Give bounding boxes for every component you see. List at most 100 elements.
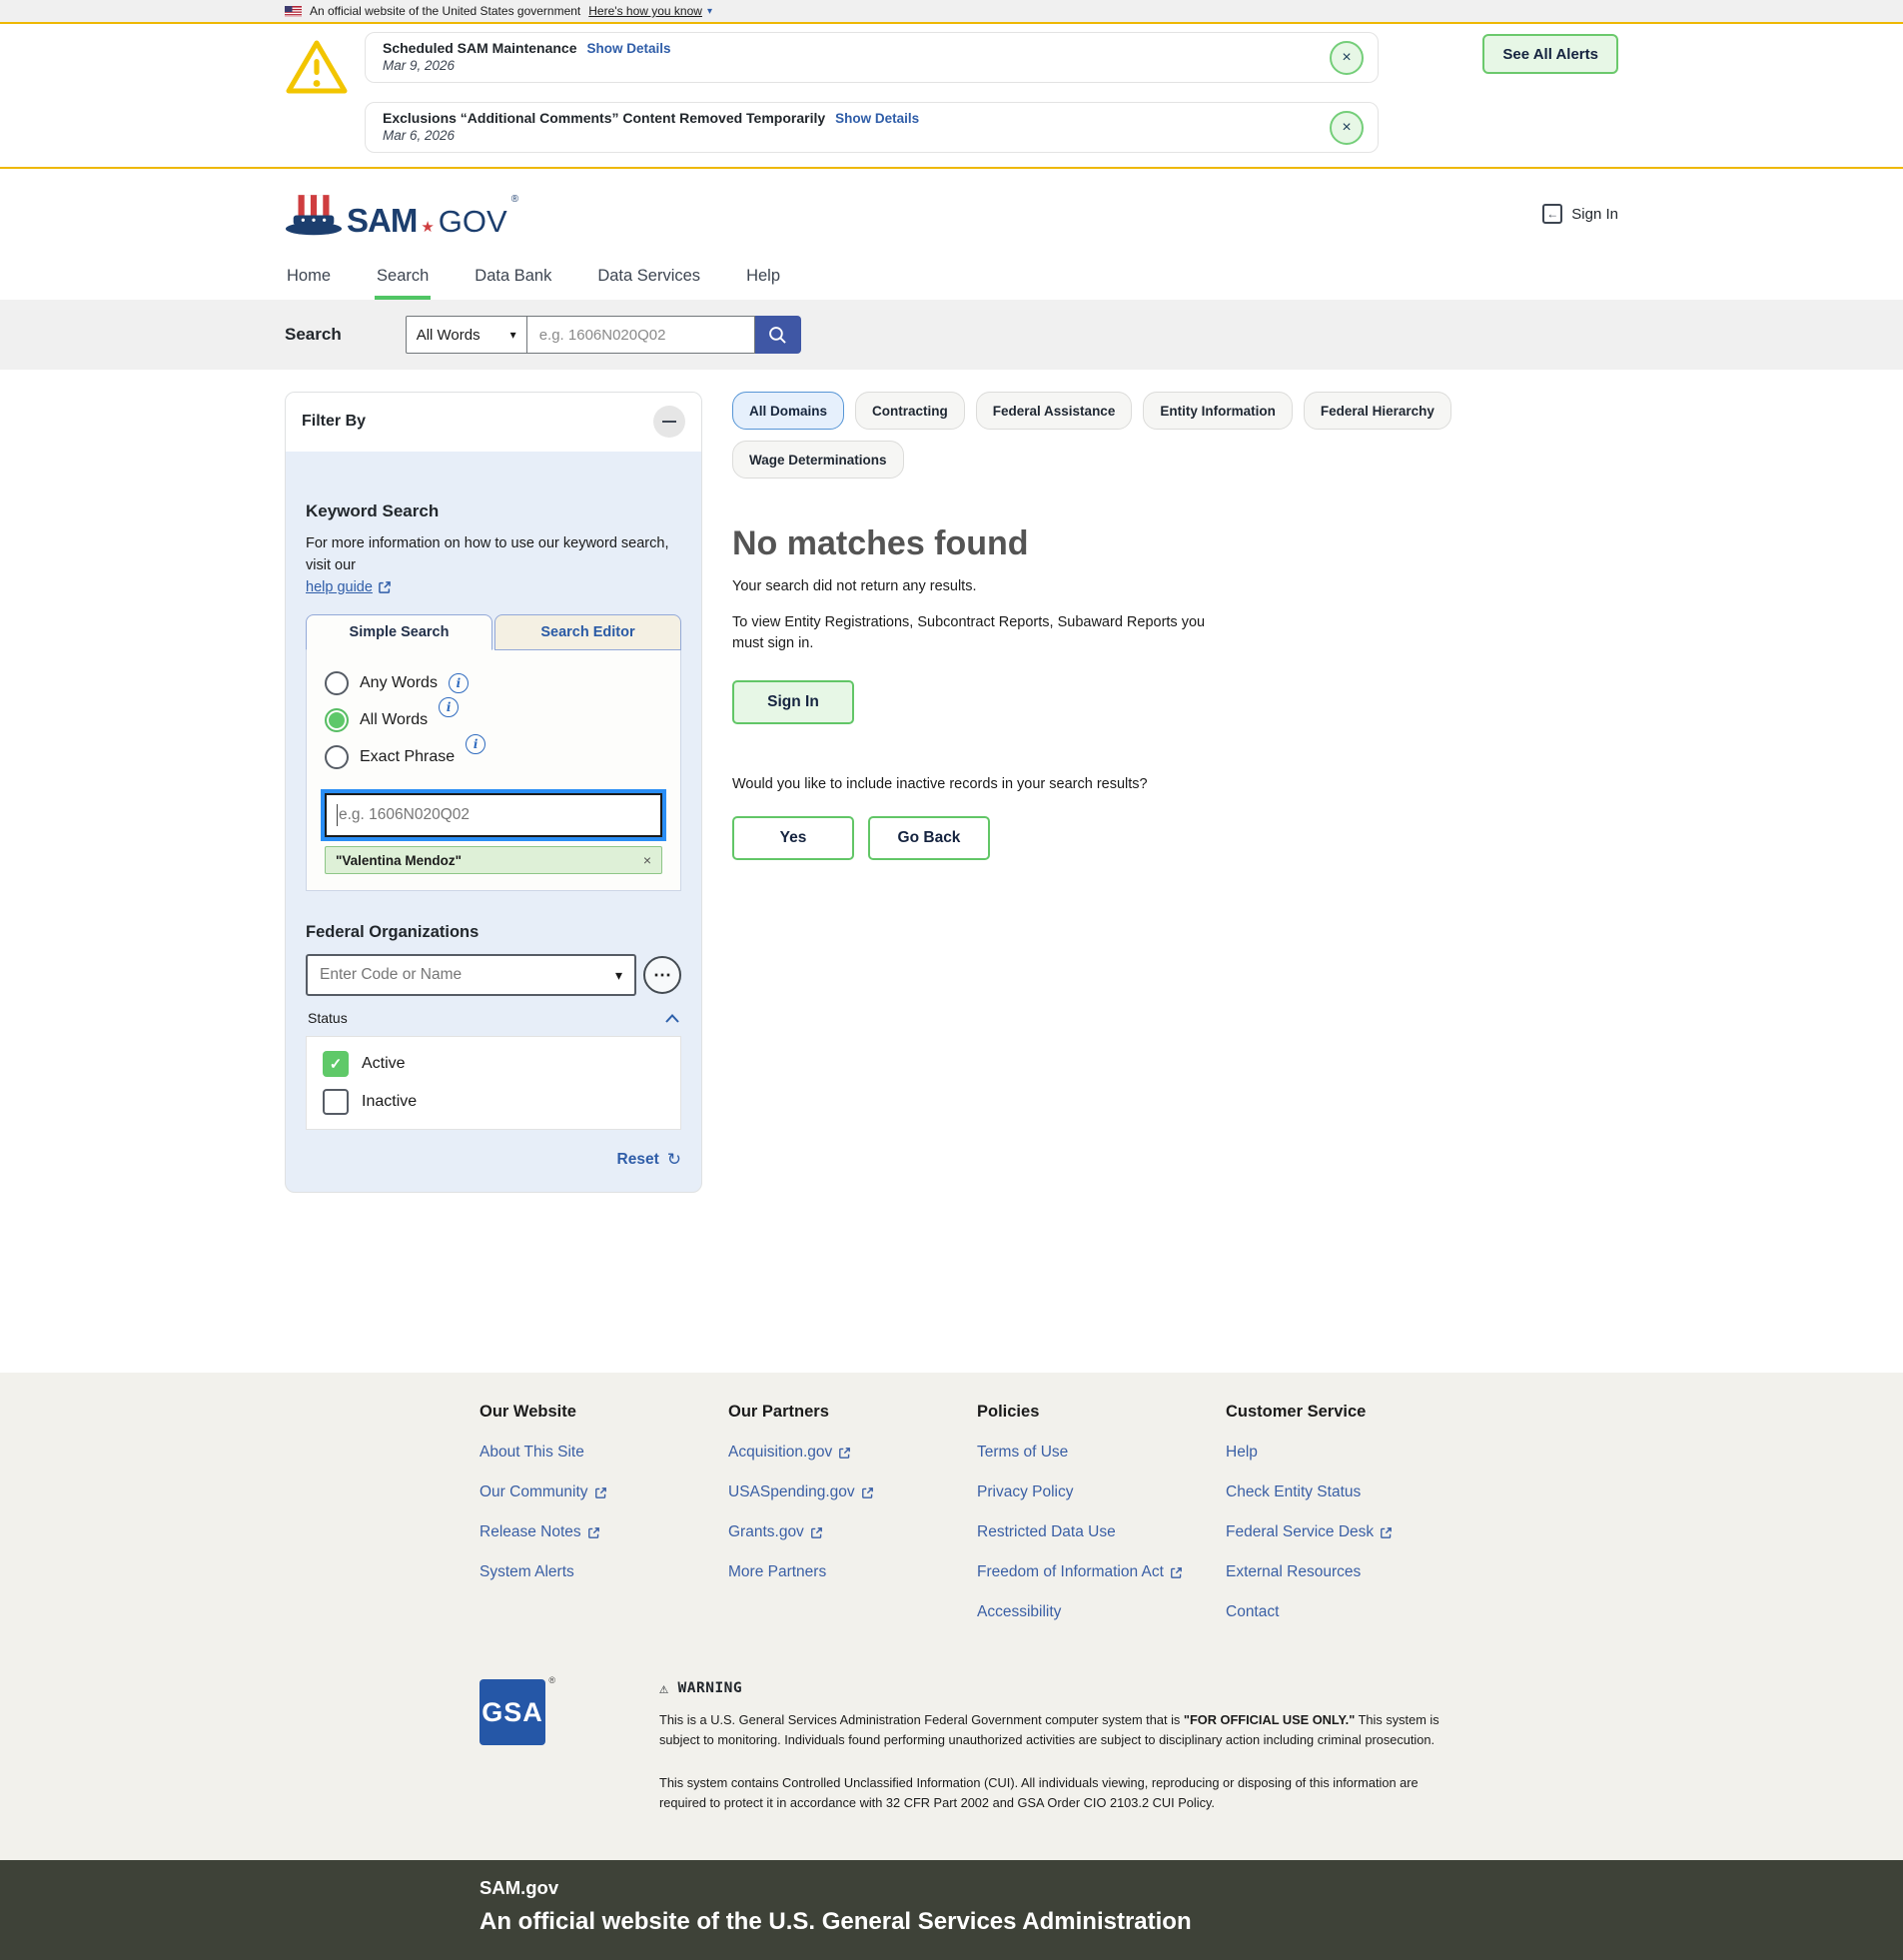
close-icon: × bbox=[1342, 119, 1351, 137]
footer-link-label: Grants.gov bbox=[728, 1523, 804, 1541]
header-sign-in-link[interactable]: ← Sign In bbox=[1542, 204, 1618, 224]
status-label: Status bbox=[308, 1010, 348, 1026]
close-icon: × bbox=[1342, 49, 1351, 67]
footer-link-usaspending-gov[interactable]: USASpending.gov bbox=[728, 1483, 874, 1501]
checkbox-active-label: Active bbox=[362, 1055, 406, 1073]
checkbox-inactive[interactable] bbox=[323, 1089, 349, 1115]
search-mode-value: All Words bbox=[417, 327, 480, 344]
footer-link-accessibility[interactable]: Accessibility bbox=[977, 1603, 1061, 1621]
chevron-down-icon[interactable]: ▾ bbox=[707, 6, 712, 17]
alert-close-button[interactable]: × bbox=[1330, 41, 1364, 75]
simple-search-card: Any Words i All Words i Exact Phrase i bbox=[306, 649, 681, 891]
footer-link-label: Contact bbox=[1226, 1603, 1279, 1621]
footer-link-help[interactable]: Help bbox=[1226, 1444, 1258, 1462]
footer-link-our-community[interactable]: Our Community bbox=[479, 1483, 607, 1501]
org-more-options-button[interactable]: ⋯ bbox=[643, 956, 681, 994]
gsa-logo: GSA bbox=[479, 1679, 545, 1745]
footer-link-terms-of-use[interactable]: Terms of Use bbox=[977, 1444, 1068, 1462]
tab-simple-search[interactable]: Simple Search bbox=[306, 614, 492, 650]
main-nav: Home Search Data Bank Data Services Help bbox=[0, 259, 1903, 300]
alert-title: Exclusions “Additional Comments” Content… bbox=[383, 110, 825, 126]
info-icon[interactable]: i bbox=[439, 697, 459, 717]
nav-item-help[interactable]: Help bbox=[744, 259, 782, 300]
nav-item-search[interactable]: Search bbox=[375, 259, 431, 300]
yes-button[interactable]: Yes bbox=[732, 816, 854, 860]
warning-heading: WARNING bbox=[678, 1680, 743, 1696]
chip-remove-icon[interactable]: × bbox=[643, 852, 651, 868]
see-all-alerts-button[interactable]: See All Alerts bbox=[1482, 34, 1618, 74]
domain-pill-entity-information[interactable]: Entity Information bbox=[1143, 392, 1293, 430]
search-input[interactable] bbox=[527, 316, 755, 354]
help-guide-link[interactable]: help guide bbox=[306, 577, 392, 599]
org-code-input[interactable]: Enter Code or Name ▾ bbox=[306, 954, 636, 996]
main-content: Filter By Keyword Search For more inform… bbox=[0, 370, 1903, 1373]
footer-link-label: Freedom of Information Act bbox=[977, 1563, 1164, 1581]
alert-card: Scheduled SAM Maintenance Show Details M… bbox=[365, 32, 1379, 83]
search-label: Search bbox=[285, 325, 342, 345]
caret-down-icon: ▾ bbox=[615, 967, 622, 984]
reset-icon: ↻ bbox=[667, 1150, 681, 1170]
registered-mark: ® bbox=[548, 1675, 555, 1685]
nav-item-home[interactable]: Home bbox=[285, 259, 333, 300]
footer-link-check-entity-status[interactable]: Check Entity Status bbox=[1226, 1483, 1361, 1501]
domain-pill-wage-determinations[interactable]: Wage Determinations bbox=[732, 441, 904, 479]
domain-pill-federal-assistance[interactable]: Federal Assistance bbox=[976, 392, 1133, 430]
footer-link-contact[interactable]: Contact bbox=[1226, 1603, 1279, 1621]
nav-item-data-bank[interactable]: Data Bank bbox=[473, 259, 553, 300]
footer-link-acquisition-gov[interactable]: Acquisition.gov bbox=[728, 1444, 851, 1462]
footer-link-more-partners[interactable]: More Partners bbox=[728, 1563, 826, 1581]
radio-all-words[interactable] bbox=[325, 708, 349, 732]
nav-item-data-services[interactable]: Data Services bbox=[595, 259, 702, 300]
alert-show-details-link[interactable]: Show Details bbox=[586, 41, 670, 56]
footer-link-label: Accessibility bbox=[977, 1603, 1061, 1621]
sign-in-arrow-icon: ← bbox=[1542, 204, 1562, 224]
radio-exact-phrase[interactable] bbox=[325, 745, 349, 769]
sam-logo[interactable]: SAM ★ GOV ® bbox=[285, 192, 518, 237]
go-back-button[interactable]: Go Back bbox=[868, 816, 990, 860]
info-icon[interactable]: i bbox=[449, 673, 469, 693]
checkbox-inactive-label: Inactive bbox=[362, 1093, 417, 1111]
domain-pill-contracting[interactable]: Contracting bbox=[855, 392, 965, 430]
footer-col-title: Our Partners bbox=[728, 1403, 977, 1422]
footer-link-restricted-data-use[interactable]: Restricted Data Use bbox=[977, 1523, 1116, 1541]
alert-card: Exclusions “Additional Comments” Content… bbox=[365, 102, 1379, 153]
footer-link-release-notes[interactable]: Release Notes bbox=[479, 1523, 600, 1541]
warning-paragraph: This is a U.S. General Services Administ… bbox=[659, 1710, 1458, 1751]
footer-link-privacy-policy[interactable]: Privacy Policy bbox=[977, 1483, 1073, 1501]
footer-link-system-alerts[interactable]: System Alerts bbox=[479, 1563, 574, 1581]
domain-pill-all-domains[interactable]: All Domains bbox=[732, 392, 844, 430]
ellipsis-icon: ⋯ bbox=[653, 965, 671, 986]
footer-col-title: Our Website bbox=[479, 1403, 728, 1422]
sign-in-button[interactable]: Sign In bbox=[732, 680, 854, 724]
caret-down-icon: ▾ bbox=[510, 328, 516, 342]
footer-link-federal-service-desk[interactable]: Federal Service Desk bbox=[1226, 1523, 1393, 1541]
keyword-chip: "Valentina Mendoz" × bbox=[325, 846, 662, 874]
search-icon bbox=[767, 325, 788, 346]
footer: Our Website About This Site Our Communit… bbox=[0, 1373, 1903, 1860]
no-results-message: Your search did not return any results. bbox=[732, 578, 1618, 594]
tab-search-editor[interactable]: Search Editor bbox=[494, 614, 681, 650]
alert-close-button[interactable]: × bbox=[1330, 111, 1364, 145]
reset-filters-link[interactable]: Reset ↻ bbox=[306, 1150, 681, 1170]
footer-link-foia[interactable]: Freedom of Information Act bbox=[977, 1563, 1183, 1581]
footer-link-label: Federal Service Desk bbox=[1226, 1523, 1374, 1541]
external-link-icon bbox=[861, 1486, 874, 1499]
footer-link-label: USASpending.gov bbox=[728, 1483, 855, 1501]
chevron-up-icon[interactable] bbox=[665, 1014, 679, 1023]
footer-identifier: SAM.gov An official website of the U.S. … bbox=[0, 1860, 1903, 1960]
footer-link-external-resources[interactable]: External Resources bbox=[1226, 1563, 1361, 1581]
keyword-input[interactable]: e.g. 1606N020Q02 bbox=[325, 793, 662, 837]
footer-link-about-this-site[interactable]: About This Site bbox=[479, 1444, 584, 1462]
footer-link-grants-gov[interactable]: Grants.gov bbox=[728, 1523, 823, 1541]
info-icon[interactable]: i bbox=[466, 734, 485, 754]
search-submit-button[interactable] bbox=[755, 316, 801, 354]
checkbox-active[interactable]: ✓ bbox=[323, 1051, 349, 1077]
alert-show-details-link[interactable]: Show Details bbox=[835, 111, 919, 126]
how-you-know-link[interactable]: Here's how you know bbox=[588, 4, 702, 18]
search-mode-select[interactable]: All Words ▾ bbox=[406, 316, 527, 354]
radio-any-words[interactable] bbox=[325, 671, 349, 695]
external-link-icon bbox=[838, 1447, 851, 1460]
domain-pill-federal-hierarchy[interactable]: Federal Hierarchy bbox=[1304, 392, 1451, 430]
alert-date: Mar 6, 2026 bbox=[383, 128, 1314, 143]
collapse-filters-button[interactable] bbox=[653, 406, 685, 438]
